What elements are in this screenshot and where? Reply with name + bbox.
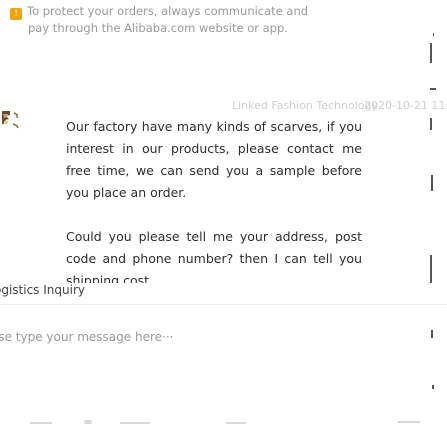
image-icon[interactable]	[120, 422, 150, 424]
composer-toolbar	[0, 410, 447, 436]
emoji-icon[interactable]	[30, 422, 52, 424]
message-input[interactable]	[0, 330, 411, 344]
message-bubble: Could you please tell me your address, p…	[66, 229, 362, 283]
message-timestamp: 2020-10-21 11:00	[364, 99, 447, 112]
divider	[0, 304, 447, 305]
notice-line-1: To protect your orders, always communica…	[27, 4, 309, 18]
message-header: Linked Fashion Technology 2020-10-21 11:…	[0, 99, 447, 113]
logistics-inquiry-button[interactable]: ogistics Inquiry	[0, 283, 85, 297]
message-bubble: Our factory have many kinds of scarves, …	[66, 119, 362, 200]
more-icon[interactable]	[226, 422, 246, 424]
alert-icon: !	[10, 8, 22, 20]
security-notice: ! To protect your orders, always communic…	[10, 3, 390, 36]
attachment-icon[interactable]	[84, 420, 92, 424]
avatar[interactable]	[0, 108, 22, 130]
notice-line-2: pay through the Alibaba.com website or a…	[28, 21, 288, 35]
sender-name: Linked Fashion Technology	[232, 99, 379, 112]
